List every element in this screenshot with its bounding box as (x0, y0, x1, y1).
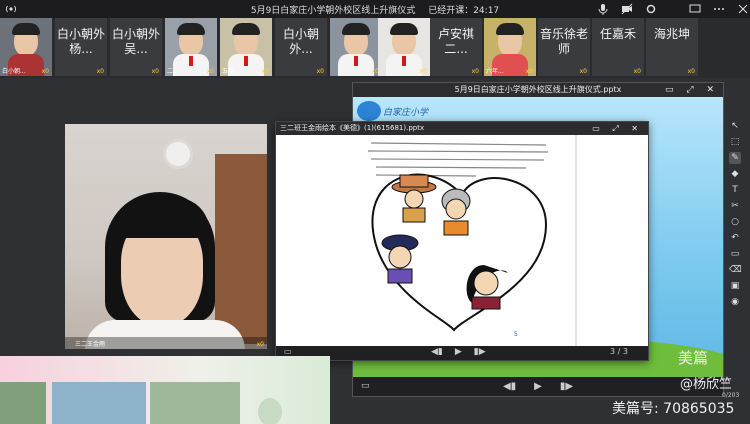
participant-avatar (12, 23, 40, 56)
jade-decoration (258, 398, 282, 424)
trophy-badge: x0 (471, 68, 479, 75)
slides-panel-icon[interactable]: ▭ (284, 347, 292, 356)
author-watermark: @杨欣竺 (680, 377, 733, 392)
slides-panel-icon[interactable]: ▭ (361, 381, 370, 391)
participant-tile[interactable]: 二... x0 (165, 18, 217, 76)
participant-strip: 白小朝... x0 白小朝外杨... x0 白小朝外吴... x0 二... x… (0, 18, 750, 78)
school-name: 白家庄小学 (383, 108, 429, 118)
camera-snap-icon[interactable]: ◉ (729, 296, 741, 308)
counter-label: 0/203 (722, 392, 740, 399)
participant-avatar (342, 23, 370, 56)
participant-name: 白小朝外杨... (56, 27, 105, 56)
school-logo (357, 101, 381, 121)
lock-icon[interactable]: ▣ (729, 280, 741, 292)
trophy-badge: x0 (687, 68, 695, 75)
microphone-icon[interactable] (596, 2, 610, 16)
undo-icon[interactable]: ↶ (729, 232, 741, 244)
trophy-badge: x0 (96, 68, 104, 75)
play-button[interactable]: ▶ (534, 381, 542, 392)
more-icon[interactable] (712, 2, 726, 16)
prev-slide-button[interactable]: ◀▮ (431, 347, 443, 357)
participant-name: 白小朝外吴... (111, 27, 160, 56)
prev-slide-button[interactable]: ◀▮ (503, 381, 516, 392)
trophy-badge: x0 (419, 68, 427, 75)
participant-name: 白小朝外... (282, 27, 319, 56)
video-speaker-label: 三二王金雨 (75, 341, 106, 348)
trophy-badge: x0 (151, 68, 159, 75)
participant-tile[interactable]: 卢安祺二... x0 (430, 18, 482, 76)
background-cabinet (215, 154, 267, 344)
brand-watermark: 美篇 (678, 349, 709, 367)
window-controls[interactable]: ▭ ⤢ ✕ (665, 83, 719, 97)
participant-name: 任嘉禾 (599, 27, 636, 41)
scissors-icon[interactable]: ✂ (729, 200, 741, 212)
thumbnail[interactable] (52, 382, 146, 424)
text-icon[interactable]: T (729, 184, 741, 196)
main-video[interactable]: 三二王金雨 x0 (65, 124, 267, 349)
participant-avatar (390, 23, 418, 56)
participant-avatar (177, 23, 205, 56)
trophy-badge: x0 (633, 68, 641, 75)
trophy-badge: x0 (256, 341, 264, 348)
slide-controls: ▭ ◀▮ ▶ ▮▶ (353, 377, 723, 396)
participant-avatar (232, 23, 260, 56)
ceiling-lamp (163, 139, 193, 169)
participant-name: 卢安祺二... (437, 27, 474, 56)
screen-share-icon[interactable] (688, 2, 702, 16)
participant-tile[interactable]: 白小朝... x0 (0, 18, 52, 76)
participant-tile[interactable]: 音乐徐老师 x0 (538, 18, 590, 76)
video-label-bar: 三二王金雨 (65, 337, 267, 349)
delete-icon[interactable]: ⌫ (729, 264, 742, 276)
next-slide-button[interactable]: ▮▶ (560, 381, 573, 392)
participant-tile[interactable]: 白小朝外... x0 (275, 18, 327, 76)
window-controls[interactable]: ▭ ⤢ ✕ (592, 122, 643, 135)
bottom-thumbnail-strip (0, 356, 330, 424)
participant-tile[interactable]: x0 (330, 18, 382, 76)
elapsed-time: 已经开课：24:17 (428, 6, 500, 16)
top-bar: 5月9日白家庄小学朝外校区线上升旗仪式 已经开课：24:17 (0, 0, 750, 18)
participant-name: 海兆坤 (653, 27, 690, 41)
select-icon[interactable]: ⬚ (729, 136, 741, 148)
folder-icon[interactable]: ▭ (729, 248, 741, 260)
settings-icon[interactable] (644, 2, 658, 16)
trophy-badge: x0 (41, 68, 49, 75)
participant-tile[interactable]: 海兆坤 x0 (646, 18, 698, 76)
trophy-badge: x0 (525, 68, 533, 75)
window-title: 三二班王金雨绘本《美德》(1)(615681).pptx (280, 124, 425, 132)
trophy-badge: x0 (579, 68, 587, 75)
account-watermark: 美篇号: 70865035 (612, 401, 735, 417)
slide-controls: ▭ ◀▮ ▶ ▮▶ 3 / 3 (276, 346, 648, 360)
camera-icon[interactable] (620, 2, 634, 16)
play-button[interactable]: ▶ (455, 347, 462, 357)
trophy-badge: x0 (316, 68, 324, 75)
pptx-window-front[interactable]: 三二班王金雨绘本《美德》(1)(615681).pptx ▭ ⤢ ✕ 5 ▭ ◀… (275, 121, 649, 361)
participant-tile[interactable]: 六年... x0 (484, 18, 536, 76)
participant-avatar (496, 23, 524, 56)
trophy-badge: x0 (261, 68, 269, 75)
next-slide-button[interactable]: ▮▶ (474, 347, 486, 357)
pointer-icon[interactable]: ↖ (729, 120, 741, 132)
slide-canvas: 5 (276, 135, 648, 347)
participant-name: 音乐徐老师 (539, 27, 588, 56)
thumbnail[interactable] (150, 382, 240, 424)
window-titlebar[interactable]: 三二班王金雨绘本《美德》(1)(615681).pptx ▭ ⤢ ✕ (276, 122, 648, 135)
participant-tile[interactable]: 白小朝外杨... x0 (55, 18, 107, 76)
page-indicator: 3 / 3 (610, 347, 628, 356)
participant-tile[interactable]: x0 (378, 18, 430, 76)
window-title: 5月9日白家庄小学朝外校区线上升旗仪式.pptx (454, 85, 622, 94)
trophy-badge: x0 (206, 68, 214, 75)
participant-tile[interactable]: 任嘉禾 x0 (592, 18, 644, 76)
pen-icon[interactable]: ✎ (729, 152, 741, 164)
participant-tile[interactable]: 白小朝外吴... x0 (110, 18, 162, 76)
shape-icon[interactable]: ○ (729, 216, 741, 228)
participant-tile[interactable]: 五年... x0 (220, 18, 272, 76)
close-icon[interactable] (736, 2, 750, 16)
eraser-icon[interactable]: ◆ (729, 168, 741, 180)
window-titlebar[interactable]: 5月9日白家庄小学朝外校区线上升旗仪式.pptx ▭ ⤢ ✕ (353, 83, 723, 97)
thumbnail[interactable] (0, 382, 46, 424)
meeting-title: 5月9日白家庄小学朝外校区线上升旗仪式 (250, 6, 416, 16)
annotation-toolbar: ↖ ⬚ ✎ ◆ T ✂ ○ ↶ ▭ ⌫ ▣ ◉ (726, 120, 744, 360)
drawing-illustration (367, 135, 577, 347)
slide-page-number: 5 (514, 331, 518, 338)
